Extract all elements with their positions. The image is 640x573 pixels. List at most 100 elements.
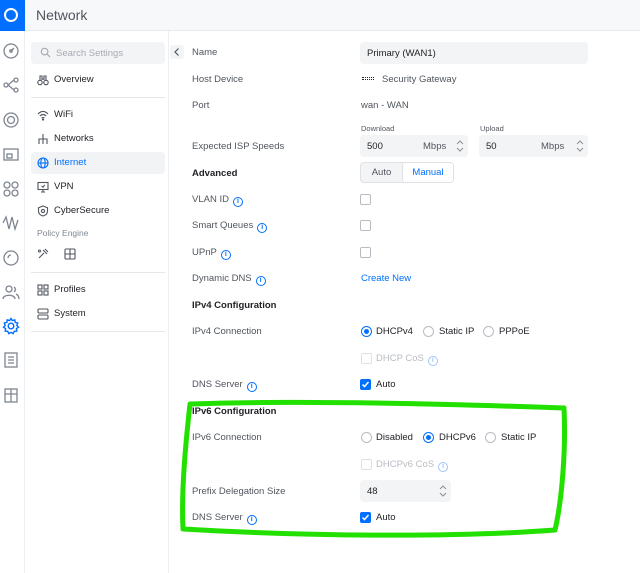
- radius-icon[interactable]: [2, 249, 20, 267]
- collapse-sidebar-button[interactable]: [170, 45, 184, 59]
- chevron-left-icon: [174, 48, 179, 56]
- ipv6-dhcpv6-label: DHCPv6: [439, 432, 476, 443]
- ipv4-dhcpv4-radio[interactable]: [361, 326, 372, 337]
- gift-icon[interactable]: [2, 386, 20, 404]
- ipv4-dhcpv4-label: DHCPv4: [376, 326, 413, 337]
- name-field[interactable]: Primary (WAN1): [360, 42, 588, 64]
- smart-queues-checkbox[interactable]: [360, 220, 371, 231]
- policy-tool-icon[interactable]: [37, 248, 49, 260]
- sidebar-item-overview[interactable]: Overview: [31, 69, 165, 91]
- host-device-label: Host Device: [192, 74, 244, 85]
- system-icon: [37, 308, 49, 320]
- devices-icon[interactable]: [2, 111, 20, 129]
- upload-stepper-icon[interactable]: [575, 137, 585, 155]
- vlan-id-checkbox[interactable]: [360, 194, 371, 205]
- ipv6-disabled-radio[interactable]: [361, 432, 372, 443]
- ipv4-dns-server-label: DNS Server i: [192, 379, 257, 392]
- insights-icon[interactable]: [2, 214, 20, 232]
- wifi-icon: [37, 109, 49, 121]
- sidebar-item-wifi[interactable]: WiFi: [31, 104, 165, 126]
- ipv4-pppoe-label: PPPoE: [499, 326, 530, 337]
- dhcpv6-cos-checkbox: [361, 459, 372, 470]
- ipv6-connection-label: IPv6 Connection: [192, 432, 262, 443]
- advanced-label: Advanced: [192, 168, 238, 179]
- monitor-icon[interactable]: [2, 146, 20, 164]
- info-icon: i: [438, 462, 449, 472]
- sidebar-item-profiles[interactable]: Profiles: [31, 279, 165, 301]
- sidebar-item-networks[interactable]: Networks: [31, 128, 165, 150]
- ipv4-pppoe-radio[interactable]: [483, 326, 494, 337]
- topology-icon[interactable]: [2, 76, 20, 94]
- dhcpv6-cos-label: DHCPv6 CoS i: [376, 459, 449, 472]
- upload-speed-input[interactable]: 50 Mbps: [479, 135, 588, 157]
- ipv6-disabled-label: Disabled: [376, 432, 413, 443]
- ipv6-static-ip-label: Static IP: [501, 432, 537, 443]
- dhcp-cos-label: DHCP CoS i: [376, 353, 438, 366]
- info-icon[interactable]: i: [220, 250, 231, 260]
- host-device-value: Security Gateway: [362, 74, 456, 85]
- download-caption: Download: [361, 124, 395, 133]
- sidebar-item-cybersecure[interactable]: CyberSecure: [31, 200, 165, 222]
- ipv4-heading: IPv4 Configuration: [192, 300, 277, 311]
- upnp-checkbox[interactable]: [360, 247, 371, 258]
- advanced-manual-option[interactable]: Manual: [402, 163, 453, 182]
- name-label: Name: [192, 47, 218, 58]
- create-new-link[interactable]: Create New: [361, 273, 411, 284]
- smart-queues-label: Smart Queues i: [192, 220, 268, 233]
- info-icon[interactable]: i: [246, 382, 257, 392]
- gateway-device-icon: [362, 77, 374, 80]
- download-stepper-icon[interactable]: [455, 137, 465, 155]
- ipv4-static-ip-radio[interactable]: [423, 326, 434, 337]
- search-input[interactable]: [56, 45, 160, 61]
- dashboard-icon[interactable]: [2, 42, 20, 60]
- app-root: Network Search Settings Overview WiFi Ne…: [0, 0, 640, 573]
- ipv6-static-ip-radio[interactable]: [485, 432, 496, 443]
- sidebar-divider: [31, 331, 165, 332]
- download-speed-input[interactable]: 500 Mbps: [360, 135, 468, 157]
- binoculars-icon: [37, 74, 49, 86]
- advanced-auto-option[interactable]: Auto: [361, 163, 402, 182]
- info-icon[interactable]: i: [257, 223, 268, 233]
- info-icon: i: [427, 356, 438, 366]
- search-icon: [40, 47, 51, 58]
- ipv4-connection-label: IPv4 Connection: [192, 326, 262, 337]
- info-icon[interactable]: i: [255, 276, 266, 286]
- advanced-toggle: Auto Manual: [360, 162, 454, 183]
- ipv4-dns-auto-checkbox[interactable]: [360, 379, 371, 390]
- sidebar-item-internet[interactable]: Internet: [31, 152, 165, 174]
- ipv6-heading: IPv6 Configuration: [192, 406, 277, 417]
- top-bar: Network: [0, 0, 640, 31]
- vpn-icon: [37, 181, 49, 193]
- port-label: Port: [192, 100, 210, 111]
- checkmark-icon: [361, 514, 370, 521]
- logs-icon[interactable]: [2, 351, 20, 369]
- clients-icon[interactable]: [2, 180, 20, 198]
- sidebar-divider: [31, 272, 165, 273]
- sidebar-divider: [31, 97, 165, 98]
- prefix-stepper-icon[interactable]: [438, 482, 448, 500]
- ipv6-dhcpv6-radio[interactable]: [423, 432, 434, 443]
- settings-icon[interactable]: [2, 317, 20, 335]
- info-icon[interactable]: i: [246, 515, 257, 525]
- ipv6-dns-auto-label: Auto: [376, 512, 396, 523]
- policy-engine-label: Policy Engine: [37, 228, 89, 238]
- port-value: wan - WAN: [361, 100, 409, 111]
- ipv4-static-ip-label: Static IP: [439, 326, 475, 337]
- search-box[interactable]: [31, 42, 165, 64]
- app-title: Network: [36, 7, 88, 23]
- policy-table-icon[interactable]: [64, 248, 76, 260]
- ipv4-dns-auto-label: Auto: [376, 379, 396, 390]
- sidebar-item-system[interactable]: System: [31, 303, 165, 325]
- isp-speeds-label: Expected ISP Speeds: [192, 141, 285, 152]
- globe-icon: [37, 157, 49, 169]
- sidebar-item-vpn[interactable]: VPN: [31, 176, 165, 198]
- networks-icon: [37, 133, 49, 145]
- unifi-logo[interactable]: [0, 0, 25, 31]
- prefix-delegation-label: Prefix Delegation Size: [192, 486, 286, 497]
- prefix-delegation-input[interactable]: 48: [360, 480, 451, 502]
- upload-caption: Upload: [480, 124, 504, 133]
- ipv6-dns-auto-checkbox[interactable]: [360, 512, 371, 523]
- upnp-label: UPnP i: [192, 247, 231, 260]
- info-icon[interactable]: i: [232, 197, 243, 207]
- users-icon[interactable]: [2, 283, 20, 301]
